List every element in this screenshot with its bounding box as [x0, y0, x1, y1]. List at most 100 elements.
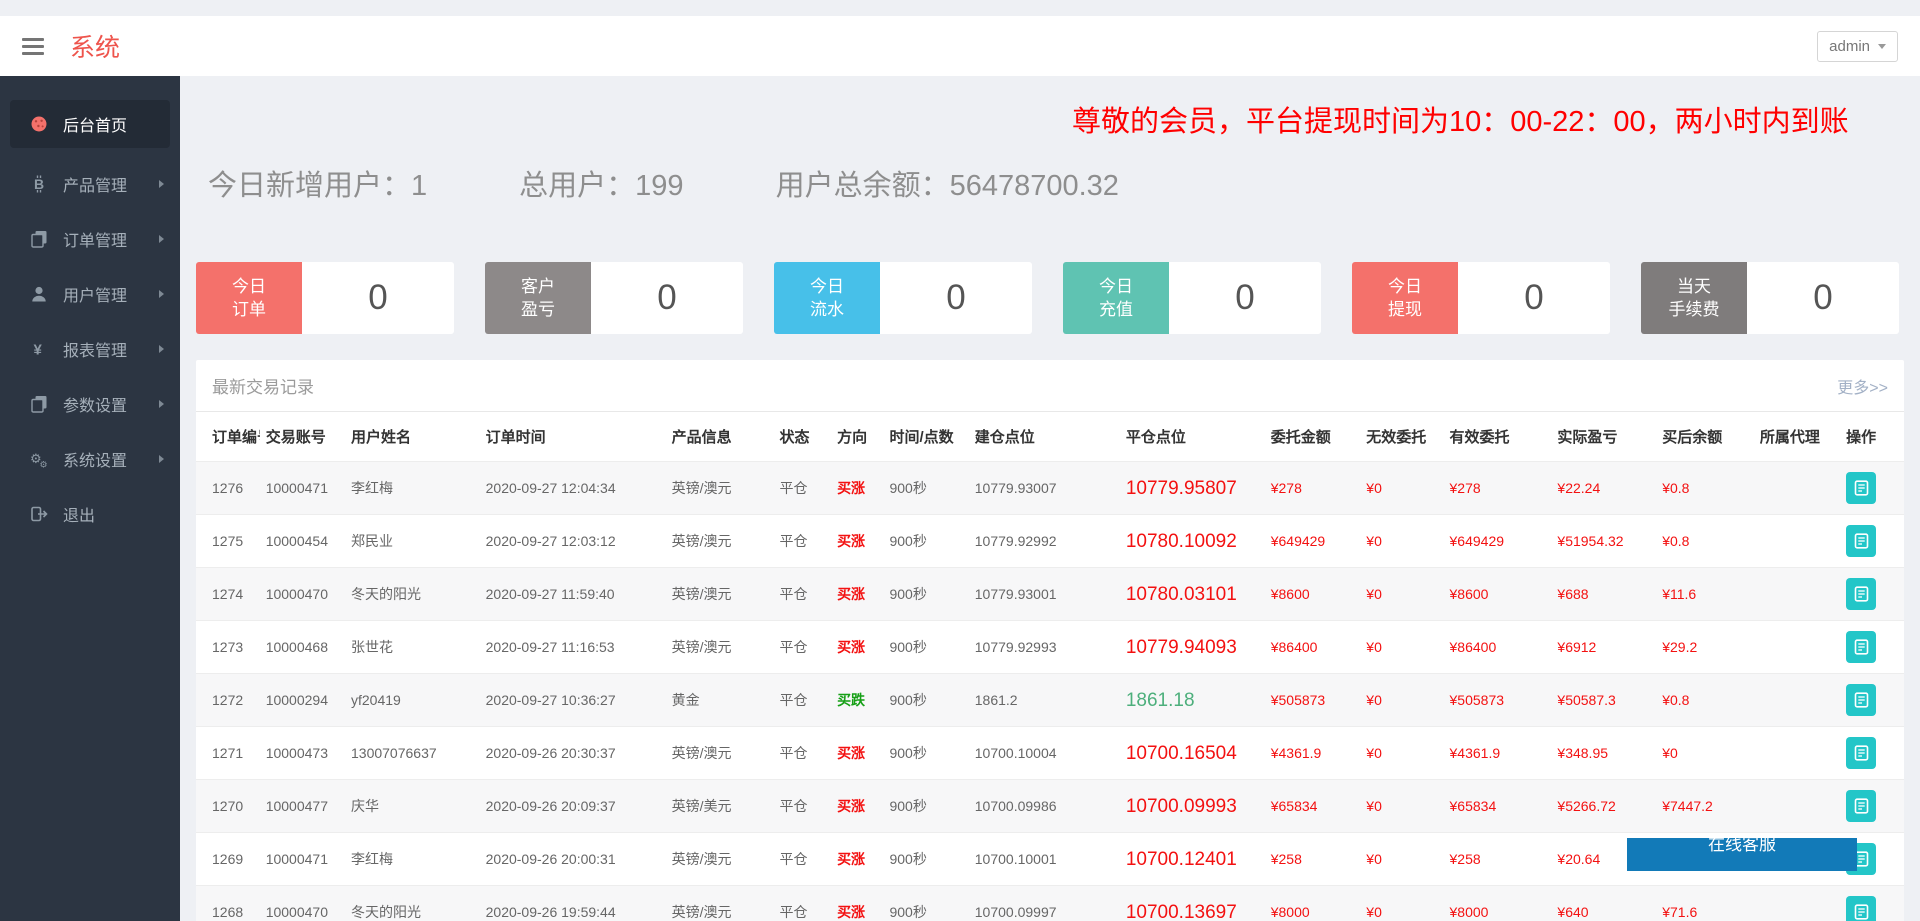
column-header-action: 操作: [1840, 412, 1904, 462]
sidebar-item-logout[interactable]: 退出: [0, 486, 180, 541]
cell-invalid: ¥0: [1360, 568, 1443, 621]
row-detail-button[interactable]: [1846, 525, 1876, 557]
cell-open_point: 10700.09986: [969, 780, 1120, 833]
admin-dropdown[interactable]: admin: [1817, 31, 1898, 62]
sidebar-item-system[interactable]: ⚙⚙系统设置: [0, 431, 180, 486]
cell-action: [1840, 727, 1904, 780]
main-content: 尊敬的会员，平台提现时间为10：00-22：00，两小时内到账 今日新增用户：1…: [180, 76, 1920, 921]
cell-order_time: 2020-09-27 10:36:27: [480, 674, 666, 727]
cell-entrust: ¥86400: [1265, 621, 1361, 674]
cell-direction: 买涨: [831, 568, 883, 621]
column-header-close_point: 平仓点位: [1120, 412, 1265, 462]
cell-account: 10000477: [260, 780, 345, 833]
cell-balance: ¥0.8: [1656, 515, 1754, 568]
stat-box-2: 今日流水0: [774, 262, 1032, 334]
cell-balance: ¥71.6: [1656, 886, 1754, 921]
cell-duration: 900秒: [883, 674, 968, 727]
cell-valid: ¥505873: [1444, 674, 1552, 727]
cell-balance: ¥7447.2: [1656, 780, 1754, 833]
cell-invalid: ¥0: [1360, 780, 1443, 833]
more-link[interactable]: 更多>>: [1837, 374, 1888, 398]
online-service-button[interactable]: 在线客服: [1627, 838, 1857, 871]
table-row: 127010000477庆华2020-09-26 20:09:37英镑/美元平仓…: [196, 780, 1904, 833]
row-detail-button[interactable]: [1846, 790, 1876, 822]
stat-box-value: 0: [880, 262, 1032, 334]
cell-order_time: 2020-09-27 12:04:34: [480, 462, 666, 515]
sidebar-item-params[interactable]: 参数设置: [0, 376, 180, 431]
cell-invalid: ¥0: [1360, 727, 1443, 780]
sidebar-item-orders[interactable]: 订单管理: [0, 211, 180, 266]
cell-invalid: ¥0: [1360, 515, 1443, 568]
cell-close_point: 10780.10092: [1120, 515, 1265, 568]
cell-order_no: 1273: [196, 621, 260, 674]
row-detail-button[interactable]: [1846, 578, 1876, 610]
row-detail-button[interactable]: [1846, 737, 1876, 769]
cell-duration: 900秒: [883, 833, 968, 886]
sidebar: 后台首页 B产品管理订单管理用户管理¥报表管理参数设置 ⚙⚙系统设置退出: [0, 76, 180, 921]
stat-total-balance: 用户总余额：56478700.32: [776, 162, 1119, 204]
cell-direction: 买涨: [831, 727, 883, 780]
cell-product: 英镑/澳元: [666, 727, 774, 780]
cell-product: 英镑/澳元: [666, 833, 774, 886]
sidebar-item-reports[interactable]: ¥报表管理: [0, 321, 180, 376]
cell-username: 13007076637: [345, 727, 480, 780]
stat-box-4: 今日提现0: [1352, 262, 1610, 334]
cell-status: 平仓: [774, 568, 832, 621]
cell-invalid: ¥0: [1360, 886, 1443, 921]
gears-icon: ⚙⚙: [28, 450, 50, 468]
cell-valid: ¥8600: [1444, 568, 1552, 621]
user-icon: [28, 285, 50, 303]
cell-close_point: 10780.03101: [1120, 568, 1265, 621]
sidebar-item-label: 参数设置: [63, 392, 127, 416]
cell-action: [1840, 621, 1904, 674]
cell-order_time: 2020-09-27 11:59:40: [480, 568, 666, 621]
cell-direction: 买涨: [831, 462, 883, 515]
summary-stats: 今日新增用户：1 总用户：199 用户总余额：56478700.32: [208, 162, 1904, 204]
row-detail-button[interactable]: [1846, 472, 1876, 504]
sidebar-item-users[interactable]: 用户管理: [0, 266, 180, 321]
cell-profit: ¥6912: [1551, 621, 1656, 674]
column-header-product: 产品信息: [666, 412, 774, 462]
cell-product: 英镑/澳元: [666, 886, 774, 921]
stat-box-label: 今日流水: [774, 262, 880, 334]
cell-order_no: 1272: [196, 674, 260, 727]
column-header-order_time: 订单时间: [480, 412, 666, 462]
cell-close_point: 10700.16504: [1120, 727, 1265, 780]
cell-status: 平仓: [774, 462, 832, 515]
cell-open_point: 10779.93001: [969, 568, 1120, 621]
svg-text:¥: ¥: [34, 341, 43, 358]
cell-direction: 买涨: [831, 886, 883, 921]
column-header-valid: 有效委托: [1444, 412, 1552, 462]
top-header: 系统 admin: [0, 16, 1920, 76]
sidebar-item-products[interactable]: B产品管理: [0, 156, 180, 211]
stat-box-label: 当天手续费: [1641, 262, 1747, 334]
cell-entrust: ¥4361.9: [1265, 727, 1361, 780]
sidebar-item-home[interactable]: 后台首页: [10, 100, 170, 148]
cell-order_time: 2020-09-26 20:30:37: [480, 727, 666, 780]
cell-status: 平仓: [774, 674, 832, 727]
cell-account: 10000294: [260, 674, 345, 727]
cell-close_point: 10779.94093: [1120, 621, 1265, 674]
cell-valid: ¥65834: [1444, 780, 1552, 833]
brand-title[interactable]: 系统: [70, 28, 120, 64]
column-header-balance: 买后余额: [1656, 412, 1754, 462]
row-detail-button[interactable]: [1846, 896, 1876, 921]
menu-toggle-icon[interactable]: [22, 34, 44, 59]
chevron-right-icon: [159, 455, 164, 463]
cell-valid: ¥86400: [1444, 621, 1552, 674]
cell-product: 英镑/澳元: [666, 568, 774, 621]
cell-username: 冬天的阳光: [345, 568, 480, 621]
sidebar-item-label: 后台首页: [63, 112, 127, 136]
row-detail-button[interactable]: [1846, 631, 1876, 663]
yen-icon: ¥: [28, 340, 50, 358]
cell-close_point: 10700.09993: [1120, 780, 1265, 833]
row-detail-button[interactable]: [1846, 684, 1876, 716]
svg-text:B: B: [34, 176, 44, 192]
orders-icon: [28, 230, 50, 248]
cell-balance: ¥29.2: [1656, 621, 1754, 674]
cell-account: 10000470: [260, 568, 345, 621]
cell-agent: [1754, 621, 1840, 674]
cell-order_time: 2020-09-26 20:00:31: [480, 833, 666, 886]
cell-duration: 900秒: [883, 727, 968, 780]
stat-box-value: 0: [302, 262, 454, 334]
